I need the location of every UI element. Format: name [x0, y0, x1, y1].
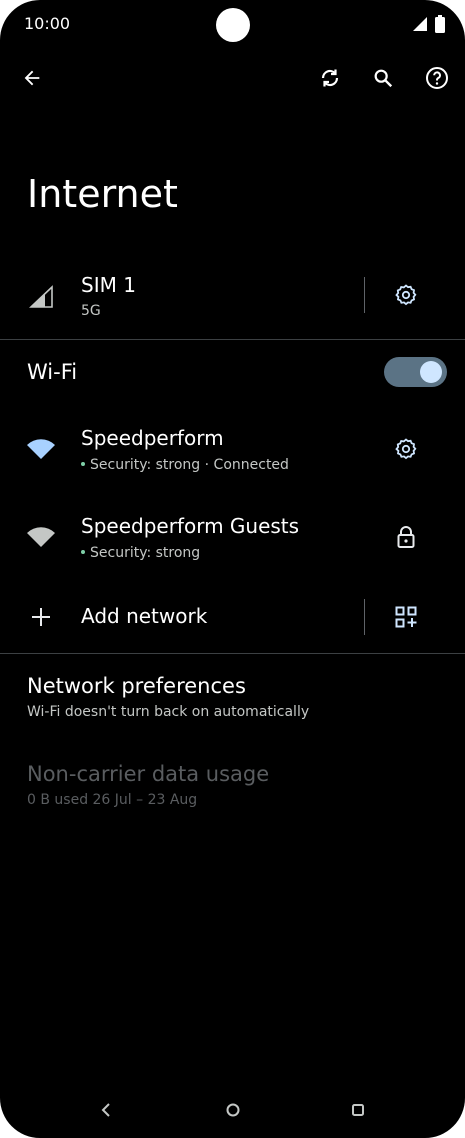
battery-icon: [435, 15, 445, 33]
add-network-row[interactable]: Add network: [0, 596, 465, 640]
reset-network-button[interactable]: [308, 56, 352, 100]
refresh-icon: [321, 69, 339, 87]
status-bar: 10:00: [0, 0, 465, 50]
add-network-label: Add network: [81, 604, 208, 628]
wifi-toggle[interactable]: [384, 357, 447, 387]
network-settings-button[interactable]: [385, 428, 427, 470]
sim-name: SIM 1: [81, 273, 136, 297]
vertical-divider: [364, 277, 365, 313]
data-usage-subtitle: 0 B used 26 Jul – 23 Aug: [27, 792, 198, 808]
status-dot: [81, 462, 85, 466]
wifi-icon: [26, 522, 56, 552]
phone-screen: 10:00 Internet SIM 1 5G Wi-Fi Speedperfo…: [0, 0, 465, 1138]
network-status: Security: strong · Connected: [81, 457, 289, 473]
status-time: 10:00: [24, 14, 71, 33]
gear-icon: [395, 284, 417, 306]
wifi-network-row-2[interactable]: Speedperform Guests Security: strong: [0, 510, 465, 570]
wifi-toggle-knob: [420, 361, 442, 383]
back-button[interactable]: [10, 56, 54, 100]
nav-back-button[interactable]: [91, 1098, 121, 1122]
search-icon: [374, 69, 393, 88]
wifi-network-row-1[interactable]: Speedperform Security: strong · Connecte…: [0, 422, 465, 482]
network-name: Speedperform: [81, 426, 224, 450]
network-name: Speedperform Guests: [81, 514, 300, 538]
network-status: Security: strong: [81, 545, 200, 561]
search-button[interactable]: [361, 56, 405, 100]
help-icon: [426, 67, 448, 89]
camera-cutout: [216, 8, 250, 42]
sim-row[interactable]: SIM 1 5G: [0, 270, 465, 338]
plus-icon: [26, 602, 56, 632]
section-divider: [0, 339, 465, 340]
chevron-left-icon: [101, 1103, 110, 1117]
home-circle-icon: [226, 1103, 240, 1117]
cell-signal-icon: [26, 282, 56, 312]
nav-recents-button[interactable]: [343, 1098, 373, 1122]
top-app-bar: [0, 56, 465, 102]
cell-signal-icon: [413, 17, 427, 31]
vertical-divider: [364, 599, 365, 635]
help-button[interactable]: [415, 56, 459, 100]
data-usage-row: Non-carrier data usage 0 B used 26 Jul –…: [0, 760, 465, 816]
page-title: Internet: [27, 172, 178, 216]
nav-home-button[interactable]: [218, 1098, 248, 1122]
recents-square-icon: [352, 1104, 364, 1116]
network-preferences-title: Network preferences: [27, 674, 246, 698]
arrow-back-icon: [24, 70, 40, 86]
gear-icon: [395, 438, 417, 460]
section-divider: [0, 653, 465, 654]
lock-icon: [397, 526, 415, 548]
network-lock-indicator: [385, 516, 427, 558]
wifi-icon: [26, 434, 56, 464]
network-preferences-row[interactable]: Network preferences Wi-Fi doesn't turn b…: [0, 672, 465, 728]
scan-qr-button[interactable]: [385, 596, 427, 638]
sim-network-type: 5G: [81, 303, 101, 319]
network-preferences-subtitle: Wi-Fi doesn't turn back on automatically: [27, 704, 310, 720]
sim-settings-button[interactable]: [385, 274, 427, 316]
data-usage-title: Non-carrier data usage: [27, 762, 270, 786]
navigation-bar: [0, 1090, 465, 1130]
system-icons: [412, 15, 445, 33]
wifi-label: Wi-Fi: [27, 360, 78, 384]
status-dot: [81, 550, 85, 554]
qr-code-scanner-icon: [395, 606, 417, 628]
